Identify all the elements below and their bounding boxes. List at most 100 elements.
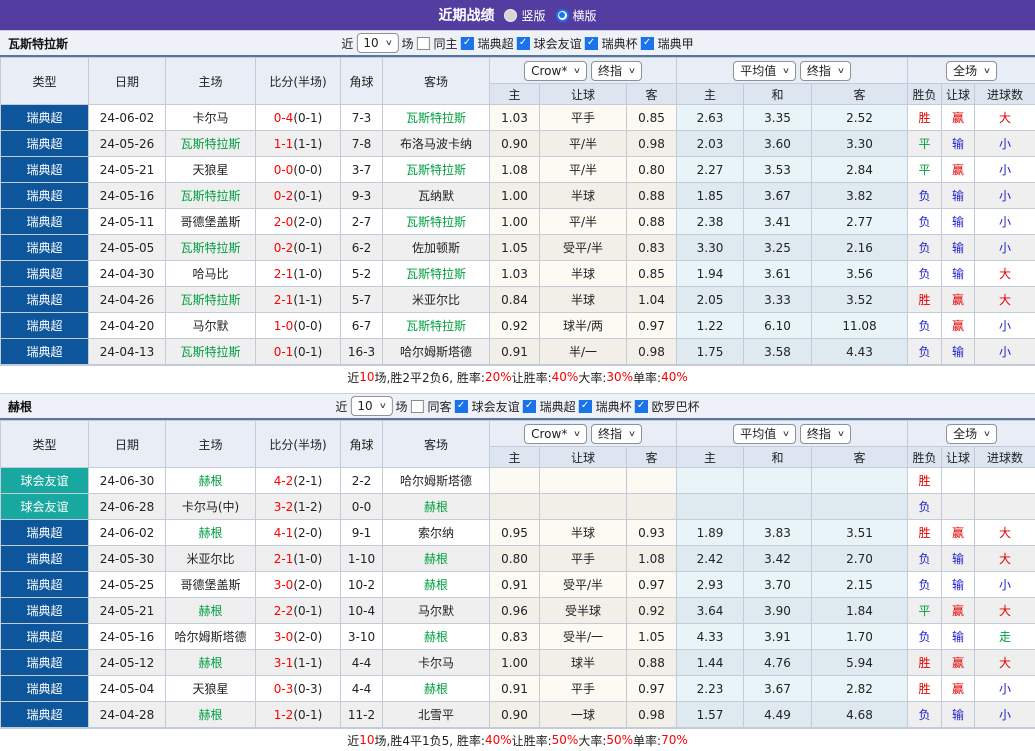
away-team[interactable]: 赫根 xyxy=(424,552,448,566)
away-team[interactable]: 佐加顿斯 xyxy=(412,241,460,255)
league-checkbox[interactable]: ✓ xyxy=(455,400,468,413)
home-team-cell: 瓦斯特拉斯 xyxy=(166,235,256,261)
league-checkbox[interactable]: ✓ xyxy=(579,400,592,413)
home-team[interactable]: 哥德堡盖斯 xyxy=(180,215,240,229)
away-team[interactable]: 哈尔姆斯塔德 xyxy=(400,345,472,359)
sub-column-header: 客 xyxy=(627,447,677,468)
away-team[interactable]: 赫根 xyxy=(424,682,448,696)
league-filter-option[interactable]: ✓欧罗巴杯 xyxy=(635,398,700,415)
bookmaker-select[interactable]: Crow*∨ xyxy=(524,61,587,81)
away-team[interactable]: 索尔纳 xyxy=(418,526,454,540)
home-team[interactable]: 瓦斯特拉斯 xyxy=(180,345,240,359)
away-team[interactable]: 瓦斯特拉斯 xyxy=(406,215,466,229)
league-filter-option[interactable]: ✓球会友谊 xyxy=(455,398,520,415)
period-select[interactable]: 全场∨ xyxy=(946,61,997,81)
league-filter-option[interactable]: ✓ 瑞典超 xyxy=(461,35,514,52)
away-team[interactable]: 赫根 xyxy=(424,500,448,514)
league-checkbox[interactable]: ✓ xyxy=(523,400,536,413)
home-team[interactable]: 天狼星 xyxy=(192,163,228,177)
layout-radio-horizontal[interactable]: 横版 xyxy=(556,7,597,24)
asian-away-odds: 0.98 xyxy=(627,339,677,365)
away-team[interactable]: 布洛马波卡纳 xyxy=(400,137,472,151)
same-venue-option[interactable]: 同客 xyxy=(411,398,452,415)
odds-stage-select[interactable]: 终指∨ xyxy=(591,424,642,444)
match-date: 24-05-21 xyxy=(89,598,166,624)
win-draw-loss-result: 胜 xyxy=(908,650,942,676)
layout-radio-vertical[interactable]: 竖版 xyxy=(504,7,545,24)
same-venue-checkbox[interactable] xyxy=(411,400,424,413)
home-team[interactable]: 米亚尔比 xyxy=(186,552,234,566)
home-team[interactable]: 赫根 xyxy=(198,604,222,618)
euro-source-select[interactable]: 平均值∨ xyxy=(733,61,796,81)
league-checkbox[interactable]: ✓ xyxy=(461,37,474,50)
league-filter-option[interactable]: ✓球会友谊 xyxy=(517,35,582,52)
away-team[interactable]: 瓦斯特拉斯 xyxy=(406,163,466,177)
period-select[interactable]: 全场∨ xyxy=(946,424,997,444)
home-team[interactable]: 赫根 xyxy=(198,474,222,488)
halftime-score: (0-1) xyxy=(293,111,322,125)
league-filter-option[interactable]: ✓瑞典超 xyxy=(523,398,576,415)
euro-draw-odds: 3.83 xyxy=(744,520,812,546)
odds-stage-select[interactable]: 终指∨ xyxy=(591,61,642,81)
home-team[interactable]: 瓦斯特拉斯 xyxy=(180,241,240,255)
league-filter-option[interactable]: ✓瑞典甲 xyxy=(641,35,694,52)
away-team[interactable]: 北雪平 xyxy=(418,708,454,722)
goals-result: 小 xyxy=(975,572,1035,598)
league-checkbox[interactable]: ✓ xyxy=(641,37,654,50)
home-team[interactable]: 卡尔马 xyxy=(192,111,228,125)
away-team[interactable]: 瓦斯特拉斯 xyxy=(406,111,466,125)
league-checkbox[interactable]: ✓ xyxy=(635,400,648,413)
matches-count-select[interactable]: 10∨ xyxy=(350,396,392,416)
euro-odds-group-header: 平均值∨ 终指∨ xyxy=(677,58,908,84)
home-team-cell: 米亚尔比 xyxy=(166,546,256,572)
euro-stage-select[interactable]: 终指∨ xyxy=(800,61,851,81)
home-team[interactable]: 赫根 xyxy=(198,708,222,722)
euro-stage-select[interactable]: 终指∨ xyxy=(800,424,851,444)
match-date: 24-06-02 xyxy=(89,105,166,131)
euro-away-odds: 1.84 xyxy=(812,598,908,624)
away-team[interactable]: 赫根 xyxy=(424,630,448,644)
sub-column-header: 胜负 xyxy=(908,447,942,468)
away-team[interactable]: 米亚尔比 xyxy=(412,293,460,307)
sub-column-header: 和 xyxy=(744,84,812,105)
league-filter-option[interactable]: ✓瑞典杯 xyxy=(579,398,632,415)
asian-away-odds: 0.88 xyxy=(627,650,677,676)
away-team[interactable]: 哈尔姆斯塔德 xyxy=(400,474,472,488)
home-team[interactable]: 瓦斯特拉斯 xyxy=(180,137,240,151)
home-team[interactable]: 天狼星 xyxy=(192,682,228,696)
league-checkbox[interactable]: ✓ xyxy=(517,37,530,50)
euro-home-odds: 4.33 xyxy=(677,624,744,650)
away-team[interactable]: 卡尔马 xyxy=(418,656,454,670)
league-label: 瑞典超 xyxy=(478,35,514,52)
home-team[interactable]: 哥德堡盖斯 xyxy=(180,578,240,592)
away-team[interactable]: 瓦纳默 xyxy=(418,189,454,203)
home-team[interactable]: 哈马比 xyxy=(192,267,228,281)
same-venue-option[interactable]: 同主 xyxy=(417,35,458,52)
home-team[interactable]: 瓦斯特拉斯 xyxy=(180,189,240,203)
score-cell: 2-1(1-0) xyxy=(256,546,341,572)
handicap-result: 赢 xyxy=(942,650,975,676)
home-team[interactable]: 赫根 xyxy=(198,526,222,540)
corner-score: 9-1 xyxy=(341,520,383,546)
home-team[interactable]: 哈尔姆斯塔德 xyxy=(174,630,246,644)
away-team-cell: 北雪平 xyxy=(383,702,490,728)
home-team[interactable]: 瓦斯特拉斯 xyxy=(180,293,240,307)
league-checkbox[interactable]: ✓ xyxy=(585,37,598,50)
same-venue-checkbox[interactable] xyxy=(417,37,430,50)
home-team[interactable]: 赫根 xyxy=(198,656,222,670)
away-team[interactable]: 赫根 xyxy=(424,578,448,592)
fulltime-score: 0-0 xyxy=(274,163,294,177)
matches-count-select[interactable]: 10∨ xyxy=(356,33,398,53)
euro-source-select[interactable]: 平均值∨ xyxy=(733,424,796,444)
summary-text: 50% xyxy=(552,733,579,747)
away-team[interactable]: 马尔默 xyxy=(418,604,454,618)
league-filter-option[interactable]: ✓瑞典杯 xyxy=(585,35,638,52)
away-team[interactable]: 瓦斯特拉斯 xyxy=(406,319,466,333)
home-team[interactable]: 马尔默 xyxy=(192,319,228,333)
euro-draw-odds: 3.61 xyxy=(744,261,812,287)
results-table: 类型日期主场比分(半场)角球客场Crow*∨ 终指∨平均值∨ 终指∨全场∨主让球… xyxy=(0,420,1035,728)
near-label: 近 xyxy=(341,35,353,52)
home-team[interactable]: 卡尔马(中) xyxy=(182,500,239,514)
bookmaker-select[interactable]: Crow*∨ xyxy=(524,424,587,444)
away-team[interactable]: 瓦斯特拉斯 xyxy=(406,267,466,281)
